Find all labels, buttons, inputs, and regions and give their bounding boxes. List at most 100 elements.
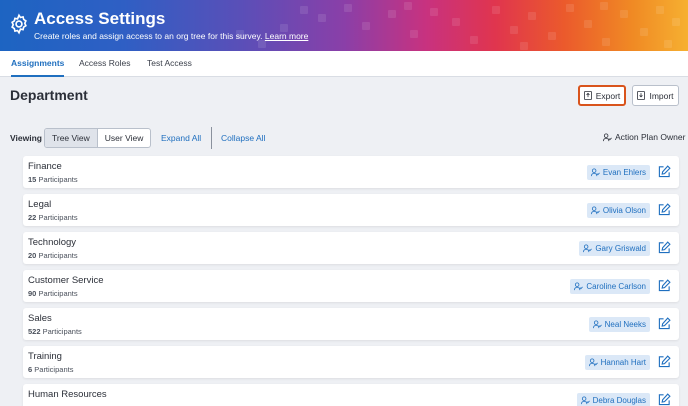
edit-icon[interactable]	[658, 393, 671, 406]
banner-pattern-square	[430, 8, 438, 16]
tab-test-access[interactable]: Test Access	[147, 51, 192, 77]
department-row[interactable]: Finance 15 Participants Evan Ehlers	[23, 156, 679, 188]
owner-name: Hannah Hart	[600, 358, 646, 367]
banner-pattern-square	[656, 6, 664, 14]
collapse-all-link[interactable]: Collapse All	[221, 133, 265, 143]
participant-label: Participants	[42, 327, 82, 336]
user-tag-icon	[590, 168, 600, 177]
view-toggle: Tree View User View	[44, 128, 152, 148]
banner-pattern-square	[410, 30, 418, 38]
participant-number: 6	[28, 365, 33, 374]
participant-label: Participants	[38, 213, 78, 222]
user-tag-icon	[583, 244, 593, 253]
edit-icon[interactable]	[658, 203, 671, 216]
participant-count: 90 Participants	[28, 289, 78, 298]
department-row[interactable]: Sales 522 Participants Neal Neeks	[23, 308, 679, 340]
participant-label: Participants	[38, 175, 78, 184]
banner-pattern-square	[672, 18, 680, 26]
action-plan-owner-chip[interactable]: Caroline Carlson	[570, 279, 650, 294]
banner-pattern-square	[492, 6, 500, 14]
banner-pattern-square	[470, 36, 478, 44]
action-plan-owner-chip[interactable]: Evan Ehlers	[586, 165, 650, 180]
owner-name: Gary Griswald	[595, 244, 646, 253]
banner-pattern-square	[520, 42, 528, 50]
action-plan-owner-chip[interactable]: Debra Douglas	[576, 393, 650, 406]
owner-name: Neal Neeks	[604, 320, 646, 329]
department-name: Human Resources	[28, 389, 107, 400]
gear-icon	[11, 13, 27, 35]
action-plan-owner-chip[interactable]: Gary Griswald	[579, 241, 650, 256]
user-tag-icon	[574, 282, 584, 291]
import-button[interactable]: Import	[632, 85, 679, 106]
subtitle-text: Create roles and assign access to an org…	[34, 31, 263, 41]
header-banner: Access Settings Create roles and assign …	[0, 0, 688, 51]
owner-name: Caroline Carlson	[586, 282, 646, 291]
action-plan-owner-chip[interactable]: Hannah Hart	[584, 355, 650, 370]
action-plan-owner-chip[interactable]: Neal Neeks	[588, 317, 650, 332]
owner-name: Debra Douglas	[592, 396, 646, 405]
banner-pattern-square	[640, 28, 648, 36]
participant-label: Participants	[34, 365, 74, 374]
edit-icon[interactable]	[658, 279, 671, 292]
banner-pattern-square	[258, 40, 266, 48]
department-name: Finance	[28, 161, 62, 172]
participant-number: 22	[28, 213, 37, 222]
learn-more-link[interactable]: Learn more	[265, 31, 308, 41]
participant-number: 90	[28, 289, 37, 298]
page-header-title: Access Settings	[34, 9, 166, 28]
tab-bar: Assignments Access Roles Test Access	[0, 51, 688, 77]
department-row[interactable]: Legal 22 Participants Olivia Olson	[23, 194, 679, 226]
banner-pattern-square	[584, 20, 592, 28]
participant-label: Participants	[38, 289, 78, 298]
edit-icon[interactable]	[658, 317, 671, 330]
action-plan-owner-chip[interactable]: Olivia Olson	[586, 203, 650, 218]
user-tag-icon	[603, 132, 612, 141]
department-name: Training	[28, 351, 62, 362]
tab-access-roles[interactable]: Access Roles	[79, 51, 131, 77]
department-name: Customer Service	[28, 275, 104, 286]
department-name: Sales	[28, 313, 52, 324]
user-tag-icon	[580, 396, 590, 405]
export-button[interactable]: Export	[578, 85, 626, 106]
banner-pattern-square	[548, 32, 556, 40]
participant-count: 22 Participants	[28, 213, 78, 222]
banner-pattern-square	[452, 18, 460, 26]
owner-name: Olivia Olson	[602, 206, 646, 215]
tree-view-button[interactable]: Tree View	[45, 129, 98, 147]
divider	[211, 127, 212, 149]
department-row[interactable]: Human Resources Debra Douglas	[23, 384, 679, 406]
banner-pattern-square	[510, 26, 518, 34]
expand-all-link[interactable]: Expand All	[161, 133, 201, 143]
user-tag-icon	[588, 358, 598, 367]
banner-pattern-square	[318, 14, 326, 22]
participant-label: Participants	[38, 251, 78, 260]
participant-count: 20 Participants	[28, 251, 78, 260]
department-row[interactable]: Customer Service 90 Participants Caroline …	[23, 270, 679, 302]
user-view-button[interactable]: User View	[98, 129, 151, 147]
edit-icon[interactable]	[658, 165, 671, 178]
participant-number: 20	[28, 251, 37, 260]
export-icon	[583, 91, 592, 100]
banner-pattern-square	[528, 12, 536, 20]
banner-pattern-square	[404, 2, 412, 10]
page-header-subtitle: Create roles and assign access to an org…	[34, 31, 308, 41]
banner-pattern-square	[300, 6, 308, 14]
banner-pattern-square	[600, 2, 608, 10]
banner-pattern-square	[362, 22, 370, 30]
participant-number: 522	[28, 327, 41, 336]
edit-icon[interactable]	[658, 241, 671, 254]
action-plan-owner-legend: Action Plan Owner	[603, 132, 685, 142]
banner-pattern-square	[620, 10, 628, 18]
department-row[interactable]: Technology 20 Participants Gary Griswald	[23, 232, 679, 264]
department-row[interactable]: Training 6 Participants Hannah Hart	[23, 346, 679, 378]
tab-assignments[interactable]: Assignments	[11, 51, 65, 77]
department-name: Legal	[28, 199, 52, 210]
banner-pattern-square	[602, 38, 610, 46]
edit-icon[interactable]	[658, 355, 671, 368]
import-icon	[637, 91, 646, 100]
export-label: Export	[595, 90, 621, 101]
action-plan-owner-label: Action Plan Owner	[615, 132, 686, 142]
banner-pattern-square	[344, 4, 352, 12]
banner-pattern-square	[566, 4, 574, 12]
participant-number: 15	[28, 175, 37, 184]
